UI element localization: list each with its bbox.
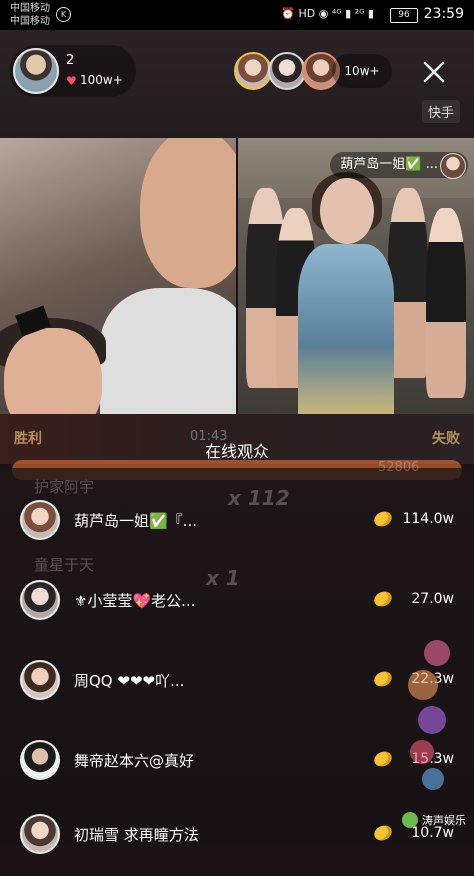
live-header: 2 ♥ 100w+ 10w+ 快手 — [0, 30, 474, 138]
video-figure — [100, 288, 236, 414]
heart-icon: ♥ — [66, 74, 77, 88]
viewer-score: 114.0w — [402, 511, 454, 527]
viewer-avatar[interactable] — [20, 814, 60, 854]
kuaishou-watermark: 快手 — [421, 100, 460, 123]
video-figure — [140, 138, 236, 288]
viewer-score: 27.0w — [411, 591, 454, 607]
video-stream-host[interactable] — [0, 138, 236, 414]
battery-icon: 96 — [390, 8, 418, 23]
viewer-name: 周QQ ❤❤❤吖... — [74, 672, 185, 690]
viewer-row[interactable]: 初瑞雪 求再瞳方法 10.7w — [0, 796, 474, 876]
channel-watermark: 涛声娱乐 — [402, 812, 466, 828]
viewer-name: ⚜小莹莹💖老公... — [74, 592, 196, 610]
likes-count: 100w+ — [80, 73, 123, 87]
viewer-row[interactable]: 舞帝赵本六@真好 15.3w — [0, 722, 474, 802]
coin-icon — [371, 748, 395, 770]
system-indicators: ⏰ HD ◉ ⁴ᴳ ▮ ²ᴳ ▮ — [281, 7, 374, 20]
status-bar: 中国移动 中国移动 K ⏰ HD ◉ ⁴ᴳ ▮ ²ᴳ ▮ 96 23:59 — [0, 0, 474, 30]
opponent-avatar[interactable] — [440, 153, 466, 179]
video-stream-opponent[interactable]: 葫芦岛一姐✅ ... — [238, 138, 474, 414]
host-name: 2 — [66, 53, 75, 68]
viewer-avatar[interactable] — [20, 660, 60, 700]
video-figure — [298, 172, 394, 414]
wechat-icon — [402, 812, 418, 828]
video-figure — [4, 328, 102, 414]
viewer-avatar[interactable] — [20, 580, 60, 620]
host-avatar[interactable] — [13, 48, 59, 94]
panel-header: 在线观众 — [0, 428, 474, 468]
panel-title: 在线观众 — [204, 442, 269, 461]
host-info[interactable]: 2 ♥ 100w+ — [10, 45, 136, 97]
coin-icon — [371, 822, 395, 844]
watermark-text: 涛声娱乐 — [422, 814, 466, 827]
viewer-row[interactable]: ⚜小莹莹💖老公... 27.0w — [0, 562, 474, 642]
carrier-label-2: 中国移动 — [10, 16, 50, 27]
video-figure — [388, 188, 428, 378]
close-icon[interactable] — [418, 56, 450, 88]
carrier-label-1: 中国移动 — [10, 3, 50, 14]
viewer-row[interactable]: 葫芦岛一姐✅『... 114.0w — [0, 482, 474, 562]
video-figure — [426, 208, 466, 398]
viewer-avatar[interactable] — [268, 52, 306, 90]
coin-icon — [371, 508, 395, 530]
coin-icon — [371, 588, 395, 610]
coin-icon — [371, 668, 395, 690]
clock: 23:59 — [423, 6, 464, 22]
viewer-name: 葫芦岛一姐✅『... — [74, 512, 197, 530]
app-k-icon: K — [56, 7, 71, 22]
viewer-avatar[interactable] — [20, 740, 60, 780]
viewer-row[interactable]: 周QQ ❤❤❤吖... 22.3w — [0, 642, 474, 722]
floating-hearts — [404, 640, 454, 840]
viewer-avatar[interactable] — [234, 52, 272, 90]
viewer-count[interactable]: 10w+ — [332, 54, 392, 88]
viewer-name: 舞帝赵本六@真好 — [74, 752, 195, 770]
viewer-avatar[interactable] — [20, 500, 60, 540]
